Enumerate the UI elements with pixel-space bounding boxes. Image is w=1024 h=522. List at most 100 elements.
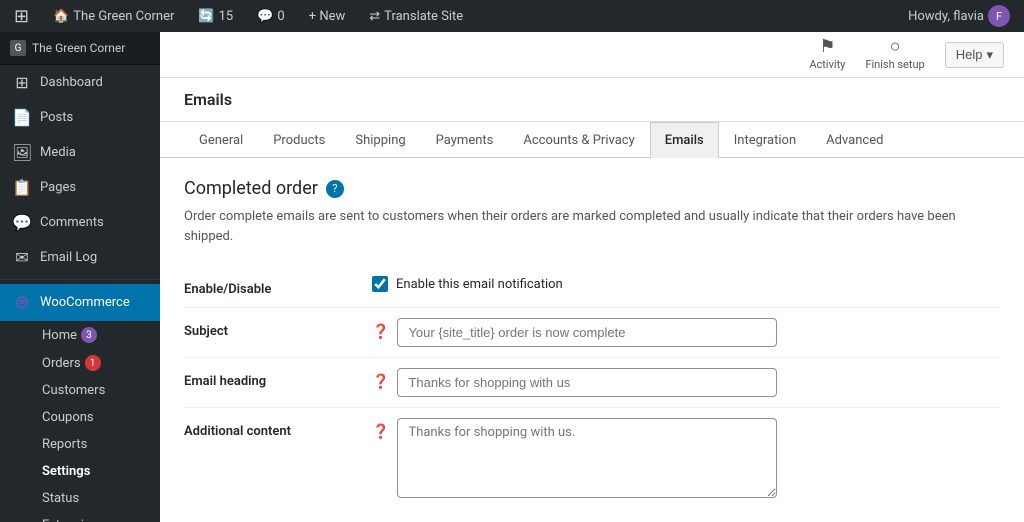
- sidebar-item-woocommerce[interactable]: ⊛ WooCommerce: [0, 284, 160, 321]
- sidebar-item-pages[interactable]: 📋 Pages: [0, 170, 160, 205]
- enable-disable-label: Enable/Disable: [184, 276, 364, 297]
- sidebar-item-label: Dashboard: [40, 75, 103, 90]
- dashboard-icon: ⊞: [12, 73, 32, 92]
- new-content-label: + New: [309, 9, 346, 24]
- field-enable-disable: Enable/Disable Enable this email notific…: [184, 266, 1000, 307]
- tab-emails[interactable]: Emails: [650, 122, 719, 158]
- posts-icon: 📄: [12, 108, 32, 127]
- field-email-heading: Email heading ❓: [184, 358, 1000, 407]
- enable-notification-label: Enable this email notification: [396, 277, 563, 292]
- subject-content: [397, 318, 1000, 347]
- comments-count: 0: [277, 9, 284, 24]
- finish-setup-button[interactable]: ○ Finish setup: [865, 38, 924, 71]
- sidebar-sub-customers[interactable]: Customers: [0, 377, 160, 404]
- translate-label: Translate Site: [384, 9, 463, 24]
- sidebar-sub-status[interactable]: Status: [0, 485, 160, 512]
- tab-shipping[interactable]: Shipping: [340, 122, 420, 158]
- admin-bar: ⊞ 🏠 The Green Corner 🔄 15 💬 0 + New ⇄ Tr…: [0, 0, 1024, 32]
- coupons-sub-label: Coupons: [42, 410, 94, 425]
- wp-logo-button[interactable]: ⊞: [8, 0, 35, 32]
- sidebar-item-label: Email Log: [40, 250, 97, 265]
- sidebar-divider: [0, 279, 160, 280]
- new-content-button[interactable]: + New: [303, 0, 352, 32]
- sidebar-item-label: Pages: [40, 180, 76, 195]
- section-info-icon[interactable]: ?: [326, 180, 344, 198]
- enable-notification-checkbox[interactable]: [372, 276, 388, 292]
- page-content: Emails General Products Shipping Payment…: [160, 78, 1024, 522]
- help-button[interactable]: Help ▾: [945, 42, 1004, 68]
- additional-content-help-icon[interactable]: ❓: [372, 424, 389, 440]
- sidebar-site-label: The Green Corner: [32, 41, 125, 55]
- status-sub-label: Status: [42, 491, 79, 506]
- field-subject: Subject ❓: [184, 308, 1000, 357]
- finish-setup-icon: ○: [890, 38, 901, 56]
- sidebar-item-comments[interactable]: 💬 Comments: [0, 205, 160, 240]
- section-title: Completed order ?: [184, 178, 1000, 199]
- settings-tabs: General Products Shipping Payments Accou…: [160, 122, 1024, 158]
- additional-content-textarea[interactable]: [397, 418, 777, 498]
- sidebar-item-label: Posts: [40, 110, 73, 125]
- sidebar-item-media[interactable]: 🖼 Media: [0, 135, 160, 170]
- email-heading-help-icon[interactable]: ❓: [372, 374, 389, 390]
- sidebar-sub-reports[interactable]: Reports: [0, 431, 160, 458]
- sidebar-sub-orders[interactable]: Orders 1: [0, 349, 160, 377]
- site-name-text: The Green Corner: [73, 9, 174, 24]
- subject-input[interactable]: [397, 318, 777, 347]
- woocommerce-icon: ⊛: [12, 292, 32, 313]
- email-heading-label: Email heading: [184, 368, 364, 389]
- comments-icon: 💬: [257, 9, 273, 24]
- home-badge: 3: [81, 327, 97, 343]
- translate-icon: ⇄: [369, 9, 380, 24]
- email-heading-input[interactable]: [397, 368, 777, 397]
- updates-button[interactable]: 🔄 15: [192, 0, 239, 32]
- tab-integration[interactable]: Integration: [719, 122, 811, 158]
- sidebar-item-dashboard[interactable]: ⊞ Dashboard: [0, 65, 160, 100]
- form-area: Completed order ? Order complete emails …: [160, 158, 1024, 522]
- activity-label: Activity: [809, 58, 845, 71]
- avatar: F: [988, 5, 1010, 27]
- finish-setup-label: Finish setup: [865, 58, 924, 71]
- sidebar-sub-settings[interactable]: Settings: [0, 458, 160, 485]
- main-topbar: ⚑ Activity ○ Finish setup Help ▾: [160, 32, 1024, 78]
- activity-button[interactable]: ⚑ Activity: [809, 38, 845, 71]
- media-icon: 🖼: [12, 143, 32, 162]
- sidebar-site-name[interactable]: G The Green Corner: [0, 32, 160, 65]
- sidebar-item-label: Media: [40, 145, 76, 160]
- tab-advanced[interactable]: Advanced: [811, 122, 898, 158]
- customers-sub-label: Customers: [42, 383, 105, 398]
- sidebar-sub-home[interactable]: Home 3: [0, 321, 160, 349]
- email-log-icon: ✉: [12, 248, 32, 267]
- help-chevron-icon: ▾: [986, 47, 993, 63]
- extensions-sub-label: Extensions: [42, 518, 105, 522]
- sidebar-sub-coupons[interactable]: Coupons: [0, 404, 160, 431]
- pages-icon: 📋: [12, 178, 32, 197]
- section-description: Order complete emails are sent to custom…: [184, 207, 1000, 246]
- subject-help-icon[interactable]: ❓: [372, 324, 389, 340]
- tab-products[interactable]: Products: [258, 122, 340, 158]
- email-heading-content: [397, 368, 1000, 397]
- sidebar-item-posts[interactable]: 📄 Posts: [0, 100, 160, 135]
- translate-site-button[interactable]: ⇄ Translate Site: [363, 0, 469, 32]
- main-content: ⚑ Activity ○ Finish setup Help ▾ Emails: [160, 32, 1024, 522]
- sidebar-item-email-log[interactable]: ✉ Email Log: [0, 240, 160, 275]
- help-label: Help: [956, 47, 983, 62]
- howdy-user[interactable]: Howdy, flavia F: [902, 0, 1016, 32]
- updates-count: 15: [219, 9, 234, 24]
- site-name-link[interactable]: 🏠 The Green Corner: [47, 0, 180, 32]
- site-icon: 🏠: [53, 9, 69, 24]
- activity-icon: ⚑: [819, 38, 835, 56]
- comments-button[interactable]: 💬 0: [251, 0, 291, 32]
- howdy-text: Howdy, flavia: [908, 9, 984, 24]
- tab-accounts-privacy[interactable]: Accounts & Privacy: [508, 122, 649, 158]
- field-additional-content: Additional content ❓: [184, 408, 1000, 512]
- tab-payments[interactable]: Payments: [421, 122, 509, 158]
- updates-icon: 🔄: [198, 9, 214, 24]
- subject-label: Subject: [184, 318, 364, 339]
- sidebar-sub-extensions[interactable]: Extensions: [0, 512, 160, 522]
- home-sub-label: Home: [42, 328, 77, 343]
- sidebar-item-label: Comments: [40, 215, 104, 230]
- additional-content-label: Additional content: [184, 418, 364, 439]
- settings-sub-label: Settings: [42, 464, 90, 479]
- tab-general[interactable]: General: [184, 122, 258, 158]
- additional-content-content: [397, 418, 1000, 502]
